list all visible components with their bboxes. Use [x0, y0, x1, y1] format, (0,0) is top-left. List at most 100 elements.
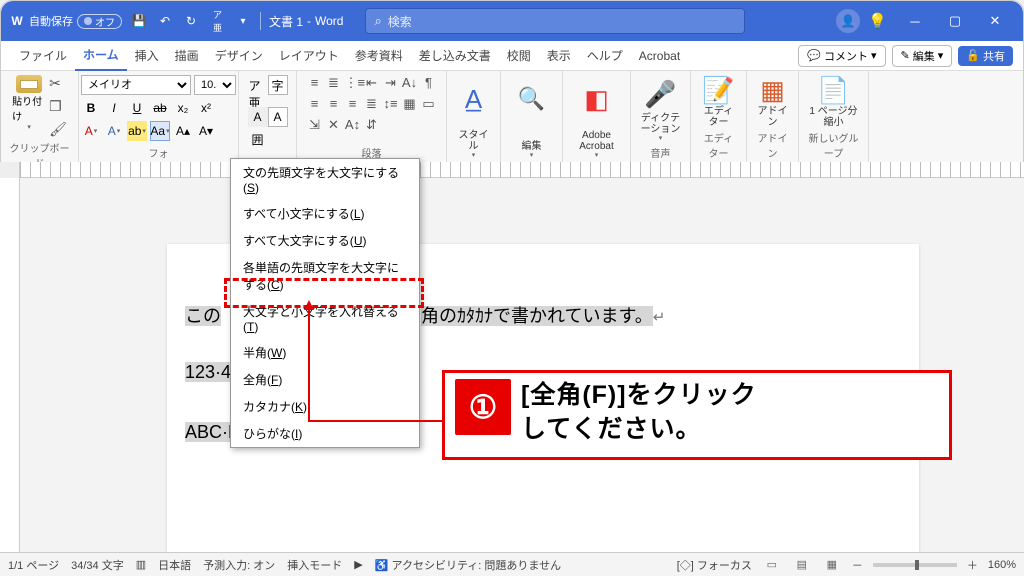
minimize-button[interactable]: ─ — [895, 1, 935, 41]
redo-icon[interactable]: ↻ — [178, 14, 204, 28]
highlight-button[interactable]: ab — [127, 121, 147, 141]
clear-format-button[interactable]: A — [248, 107, 268, 127]
focus-mode-button[interactable]: [◇] フォーカス — [677, 557, 752, 573]
zoom-out-button[interactable]: － — [852, 557, 863, 573]
line-spacing-button[interactable]: ↕≡ — [383, 96, 399, 112]
addin-group[interactable]: ▦ アドイン アドイン — [747, 71, 799, 162]
char-shading-button[interactable]: 囲 — [248, 130, 268, 150]
menu-hiragana[interactable]: ひらがな(I) — [231, 420, 419, 447]
shrink-one-page-group[interactable]: 📄 1 ページ分 縮小 新しいグループ — [799, 71, 869, 162]
menu-capitalize-each-word[interactable]: 各単語の先頭文字を大文字にする(C) — [231, 254, 419, 298]
view-read-button[interactable]: ▭ — [762, 557, 782, 573]
document-title[interactable]: 文書 1 - Word — [269, 13, 343, 30]
phonetic-guide-icon[interactable]: ア亜 — [204, 8, 230, 34]
menu-lowercase[interactable]: すべて小文字にする(L) — [231, 200, 419, 227]
borders-button[interactable]: ▭ — [421, 96, 437, 112]
copy-icon[interactable]: ❐ — [49, 98, 67, 115]
subscript-button[interactable]: x₂ — [173, 98, 193, 118]
view-web-button[interactable]: ▦ — [822, 557, 842, 573]
tab-references[interactable]: 参考資料 — [347, 41, 411, 71]
menu-uppercase[interactable]: すべて大文字にする(U) — [231, 227, 419, 254]
tab-home[interactable]: ホーム — [75, 41, 127, 71]
underline-button[interactable]: U — [127, 98, 147, 118]
char-border-button[interactable]: A — [268, 107, 288, 127]
shrink-font-button[interactable]: A▾ — [196, 121, 216, 141]
account-icon[interactable]: 👤 — [836, 9, 860, 33]
decrease-indent-button[interactable]: ⇤ — [364, 75, 380, 91]
status-predictive-input[interactable]: 予測入力: オン — [203, 557, 275, 573]
paste-button[interactable]: 貼り付け ▾ — [12, 75, 46, 131]
autosave-toggle[interactable]: 自動保存 オフ — [29, 13, 122, 29]
strike-button[interactable]: ab — [150, 98, 170, 118]
view-print-button[interactable]: ▤ — [792, 557, 812, 573]
tab-draw[interactable]: 描画 — [167, 41, 207, 71]
format-painter-icon[interactable]: 🖌 — [49, 121, 67, 138]
close-button[interactable]: ✕ — [975, 1, 1015, 41]
numbering-button[interactable]: ≣ — [326, 75, 342, 91]
justify-button[interactable]: ≣ — [364, 96, 380, 112]
italic-button[interactable]: I — [104, 98, 124, 118]
tab-acrobat[interactable]: Acrobat — [631, 41, 688, 71]
increase-indent-button[interactable]: ⇥ — [383, 75, 399, 91]
font-color-button[interactable]: A — [81, 121, 101, 141]
tab-insert[interactable]: 挿入 — [127, 41, 167, 71]
bold-button[interactable]: B — [81, 98, 101, 118]
paragraph-sort-button[interactable]: A↕ — [345, 117, 361, 133]
shading-button[interactable]: ▦ — [402, 96, 418, 112]
horizontal-ruler[interactable] — [0, 162, 1024, 178]
menu-sentence-case[interactable]: 文の先頭文字を大文字にする(S) — [231, 159, 419, 200]
tab-help[interactable]: ヘルプ — [579, 41, 631, 71]
help-lightbulb-icon[interactable]: 💡 — [868, 12, 887, 30]
editing-mode-button[interactable]: ✎編集▾ — [892, 45, 953, 67]
font-name-select[interactable]: メイリオ — [81, 75, 191, 95]
asian-layout-button[interactable]: ✕ — [326, 117, 342, 133]
dictation-group[interactable]: 🎤 ディクテーション▾ 音声 — [631, 71, 691, 162]
bullets-button[interactable]: ≡ — [307, 75, 323, 91]
tab-design[interactable]: デザイン — [207, 41, 271, 71]
tab-view[interactable]: 表示 — [539, 41, 579, 71]
status-page[interactable]: 1/1 ページ — [8, 557, 59, 573]
zoom-slider[interactable] — [873, 563, 957, 567]
paragraph-settings-button[interactable]: ⇵ — [364, 117, 380, 133]
tab-layout[interactable]: レイアウト — [271, 41, 347, 71]
zoom-in-button[interactable]: ＋ — [967, 557, 978, 573]
vertical-ruler[interactable] — [0, 178, 20, 552]
tab-review[interactable]: 校閲 — [499, 41, 539, 71]
qat-overflow-icon[interactable]: ▾ — [230, 16, 256, 27]
status-spellcheck-icon[interactable]: ▥ — [136, 558, 146, 571]
tab-file[interactable]: ファイル — [11, 41, 75, 71]
status-accessibility[interactable]: ♿ アクセシビリティ: 問題ありません — [375, 557, 561, 573]
show-marks-button[interactable]: ¶ — [421, 75, 437, 91]
maximize-button[interactable]: ▢ — [935, 1, 975, 41]
menu-katakana[interactable]: カタカナ(K) — [231, 393, 419, 420]
cut-icon[interactable]: ✂ — [49, 75, 67, 92]
adobe-group[interactable]: ◧ Adobe Acrobat▾ — [563, 71, 631, 162]
save-icon[interactable]: 💾 — [126, 14, 152, 28]
status-macro-icon[interactable]: ▶ — [354, 558, 362, 571]
zoom-percent[interactable]: 160% — [988, 559, 1016, 571]
menu-full-width[interactable]: 全角(F) — [231, 366, 419, 393]
status-language[interactable]: 日本語 — [158, 557, 191, 573]
superscript-button[interactable]: x² — [196, 98, 216, 118]
phonetic-button[interactable]: ア亜 — [248, 84, 268, 104]
change-case-button[interactable]: Aa — [150, 121, 170, 141]
comments-button[interactable]: 💬コメント▾ — [798, 45, 885, 67]
sort-button[interactable]: A↓ — [402, 75, 418, 91]
search-input[interactable]: ⌕ 検索 — [365, 8, 745, 34]
styles-group[interactable]: A̲ スタイル▾ — [447, 71, 501, 162]
share-button[interactable]: 🔓 共有 — [958, 46, 1013, 66]
autosave-state-pill[interactable]: オフ — [77, 14, 122, 29]
editor-group[interactable]: 📝 エディター エディター — [691, 71, 747, 162]
align-right-button[interactable]: ≡ — [345, 96, 361, 112]
status-insert-mode[interactable]: 挿入モード — [287, 557, 342, 573]
undo-icon[interactable]: ↶ — [152, 14, 178, 28]
font-size-select[interactable]: 10.5 — [194, 75, 236, 95]
enclose-char-button[interactable]: 字 — [268, 75, 288, 95]
menu-toggle-case[interactable]: 大文字と小文字を入れ替える(T) — [231, 298, 419, 339]
align-left-button[interactable]: ≡ — [307, 96, 323, 112]
distribute-button[interactable]: ⇲ — [307, 117, 323, 133]
tab-mailings[interactable]: 差し込み文書 — [411, 41, 499, 71]
align-center-button[interactable]: ≡ — [326, 96, 342, 112]
status-word-count[interactable]: 34/34 文字 — [71, 557, 124, 573]
menu-half-width[interactable]: 半角(W) — [231, 339, 419, 366]
